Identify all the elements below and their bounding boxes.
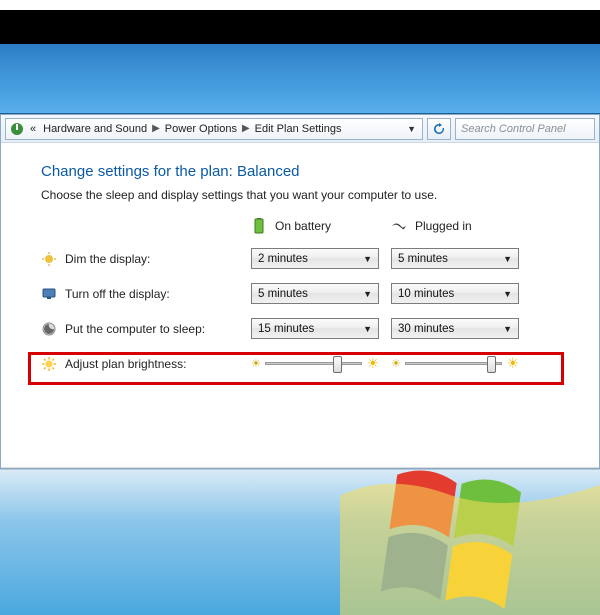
control-panel-window: « Hardware and Sound ▶ Power Options ▶ E… [0,114,600,469]
refresh-button[interactable] [427,118,451,140]
search-input[interactable]: Search Control Panel [455,118,595,140]
sun-high-icon: ☀ [366,355,379,372]
column-header-battery: On battery [251,218,391,234]
chevron-right-icon: ▶ [152,123,160,134]
search-placeholder: Search Control Panel [461,123,566,135]
brightness-plugged-slider[interactable]: ☀ ☀ [391,353,519,374]
row-turn-off-display: Turn off the display: [41,286,251,302]
chevron-down-icon: ▼ [503,254,512,264]
breadcrumb-segment[interactable]: Hardware and Sound [41,123,149,135]
chevron-down-icon: ▼ [503,289,512,299]
off-battery-dropdown[interactable]: 5 minutes ▼ [251,283,379,304]
settings-grid: On battery Plugged in Dim the display: 2… [41,218,571,374]
breadcrumb-path[interactable]: « Hardware and Sound ▶ Power Options ▶ E… [5,118,423,140]
sun-low-icon: ☀ [391,357,401,370]
slider-track[interactable] [265,362,363,365]
chevron-down-icon: ▼ [503,324,512,334]
sun-high-icon: ☀ [506,355,519,372]
breadcrumb-segment[interactable]: Edit Plan Settings [253,123,344,135]
row-brightness: Adjust plan brightness: [41,356,251,372]
window-top-black-bar [0,10,600,44]
sleep-plugged-dropdown[interactable]: 30 minutes ▼ [391,318,519,339]
row-sleep: Put the computer to sleep: [41,321,251,337]
dropdown-value: 30 minutes [398,323,454,335]
content-divider [1,467,599,468]
windows-logo [340,469,600,615]
address-bar: « Hardware and Sound ▶ Power Options ▶ E… [1,115,599,143]
battery-icon [251,218,267,234]
chevron-down-icon: ▼ [363,254,372,264]
dropdown-value: 15 minutes [258,323,314,335]
column-label: On battery [275,219,331,233]
dim-battery-dropdown[interactable]: 2 minutes ▼ [251,248,379,269]
desktop-wallpaper [0,469,600,615]
plan-settings-content: Change settings for the plan: Balanced C… [1,143,599,463]
slider-thumb[interactable] [333,356,342,373]
slider-track[interactable] [405,362,503,365]
breadcrumb-segment[interactable]: Power Options [163,123,239,135]
dropdown-value: 5 minutes [258,288,308,300]
column-label: Plugged in [415,219,472,233]
row-label: Dim the display: [65,252,150,266]
page-subtitle: Choose the sleep and display settings th… [41,188,571,202]
off-plugged-dropdown[interactable]: 10 minutes ▼ [391,283,519,304]
dropdown-value: 5 minutes [398,253,448,265]
row-dim-display: Dim the display: [41,251,251,267]
sleep-icon [41,321,57,337]
chevron-down-icon: ▼ [363,289,372,299]
aero-title-area [0,44,600,114]
column-header-plugged: Plugged in [391,218,531,234]
sleep-battery-dropdown[interactable]: 15 minutes ▼ [251,318,379,339]
power-options-icon [9,121,25,137]
brightness-battery-slider[interactable]: ☀ ☀ [251,353,379,374]
plug-icon [391,218,407,234]
chevron-right-icon: ▶ [242,123,250,134]
dim-plugged-dropdown[interactable]: 5 minutes ▼ [391,248,519,269]
sun-low-icon: ☀ [251,357,261,370]
dropdown-value: 10 minutes [398,288,454,300]
dropdown-value: 2 minutes [258,253,308,265]
row-label: Adjust plan brightness: [65,357,186,371]
display-off-icon [41,286,57,302]
chevron-down-icon: ▼ [363,324,372,334]
brightness-icon [41,356,57,372]
row-label: Turn off the display: [65,287,170,301]
row-label: Put the computer to sleep: [65,322,205,336]
breadcrumb-dropdown[interactable]: ▼ [404,124,419,134]
breadcrumb-back[interactable]: « [28,123,38,135]
slider-thumb[interactable] [487,356,496,373]
page-title: Change settings for the plan: Balanced [41,163,571,180]
dim-icon [41,251,57,267]
